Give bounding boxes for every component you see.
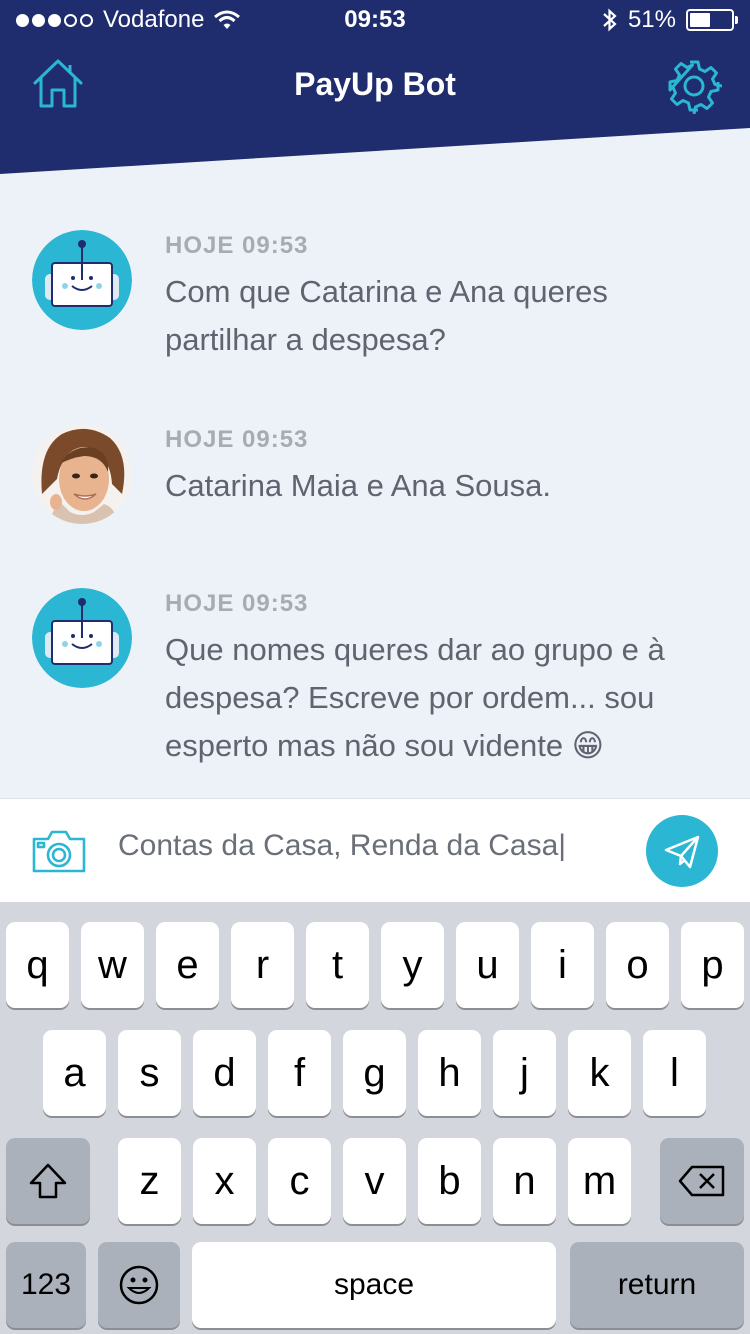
battery-percentage: 51% [627, 6, 676, 33]
key-u[interactable]: u [456, 922, 519, 1008]
key-y[interactable]: y [381, 922, 444, 1008]
key-q[interactable]: q [6, 922, 69, 1008]
key-c[interactable]: c [268, 1138, 331, 1224]
key-l[interactable]: l [643, 1030, 706, 1116]
key-f[interactable]: f [268, 1030, 331, 1116]
key-n[interactable]: n [493, 1138, 556, 1224]
key-p[interactable]: p [681, 922, 744, 1008]
key-r[interactable]: r [231, 922, 294, 1008]
send-icon [664, 835, 700, 869]
message-text: Com que Catarina e Ana queres partilhar … [165, 274, 608, 357]
shift-icon [29, 1163, 67, 1199]
home-icon[interactable] [30, 56, 86, 112]
key-s[interactable]: s [118, 1030, 181, 1116]
key-a[interactable]: a [43, 1030, 106, 1116]
gear-icon[interactable] [666, 58, 722, 114]
key-h[interactable]: h [418, 1030, 481, 1116]
key-o[interactable]: o [606, 922, 669, 1008]
bot-avatar [32, 230, 132, 330]
return-key[interactable]: return [570, 1242, 744, 1328]
status-bar: Vodafone 09:53 51% [0, 0, 750, 40]
key-d[interactable]: d [193, 1030, 256, 1116]
emoji-key[interactable] [98, 1242, 180, 1328]
battery-icon [686, 9, 738, 31]
key-g[interactable]: g [343, 1030, 406, 1116]
page-title: PayUp Bot [294, 66, 456, 102]
bot-avatar [32, 588, 132, 688]
message-input[interactable]: Contas da Casa, Renda da Casa| [118, 829, 618, 863]
key-w[interactable]: w [81, 922, 144, 1008]
key-v[interactable]: v [343, 1138, 406, 1224]
message-text: Que nomes queres dar ao grupo e à despes… [165, 632, 665, 763]
key-i[interactable]: i [531, 922, 594, 1008]
keyboard: q w e r t y u i o p a s d f g h j k l z … [0, 902, 750, 1334]
space-key[interactable]: space [192, 1242, 556, 1328]
key-m[interactable]: m [568, 1138, 631, 1224]
shift-key[interactable] [6, 1138, 90, 1224]
backspace-icon [678, 1165, 725, 1197]
backspace-key[interactable] [660, 1138, 744, 1224]
status-right: 51% [602, 6, 738, 34]
bluetooth-icon [603, 8, 617, 32]
message-timestamp: HOJE 09:53 [165, 590, 309, 617]
key-e[interactable]: e [156, 922, 219, 1008]
key-z[interactable]: z [118, 1138, 181, 1224]
message-timestamp: HOJE 09:53 [165, 426, 309, 453]
key-j[interactable]: j [493, 1030, 556, 1116]
user-avatar [32, 424, 132, 524]
key-t[interactable]: t [306, 922, 369, 1008]
send-button[interactable] [646, 815, 718, 887]
key-k[interactable]: k [568, 1030, 631, 1116]
key-b[interactable]: b [418, 1138, 481, 1224]
message-input-bar: Contas da Casa, Renda da Casa| [0, 798, 750, 902]
key-x[interactable]: x [193, 1138, 256, 1224]
messages-list: HOJE 09:53 Com que Catarina e Ana queres… [0, 120, 750, 798]
emoji-icon [119, 1265, 159, 1305]
camera-icon[interactable] [30, 827, 88, 875]
message-text: Catarina Maia e Ana Sousa. [165, 468, 552, 503]
numbers-key[interactable]: 123 [6, 1242, 86, 1328]
message-timestamp: HOJE 09:53 [165, 232, 309, 259]
